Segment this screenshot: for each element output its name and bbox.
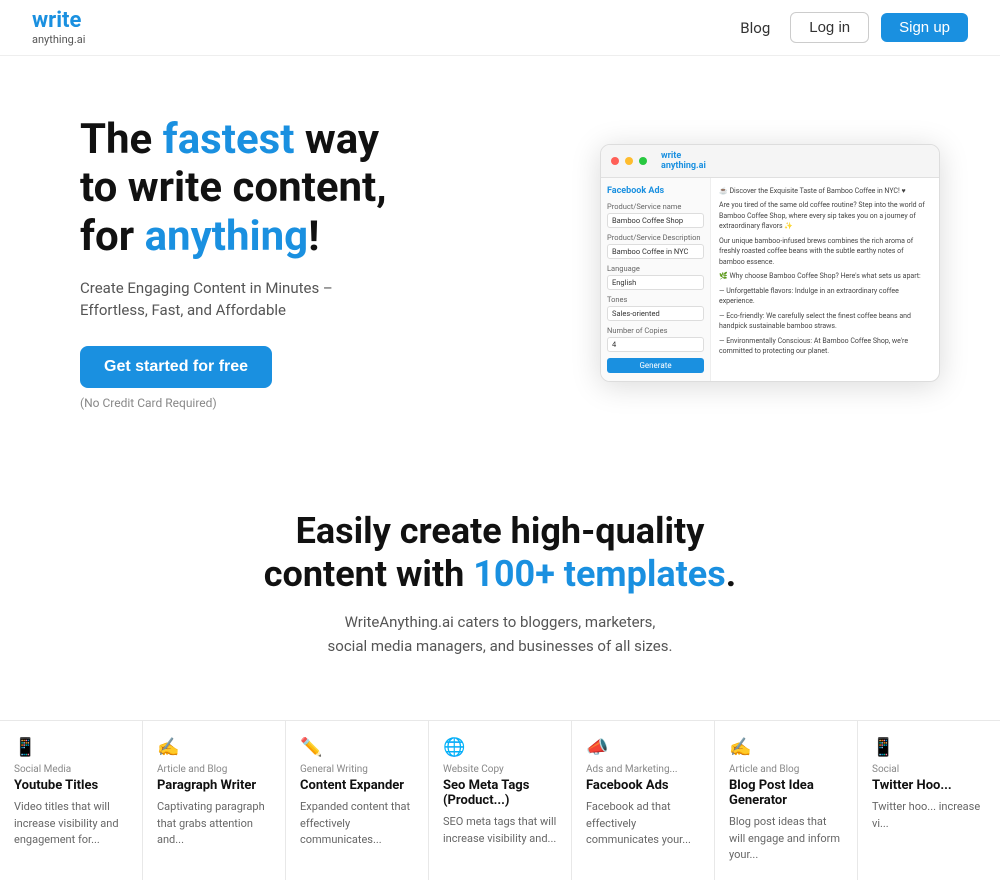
hero-title: The fastest wayto write content,for anyt… [80, 116, 387, 261]
navbar: write anything.ai Blog Log in Sign up [0, 0, 1000, 56]
card-icon-4: 📣 [586, 737, 700, 758]
mockup-field-2: Language English [607, 264, 704, 290]
mockup-output-text: ☕ Discover the Exquisite Taste of Bamboo… [719, 186, 931, 357]
hero-subtitle: Create Engaging Content in Minutes –Effo… [80, 277, 387, 322]
card-icon-6: 📱 [872, 737, 986, 758]
template-card[interactable]: 📱 Social Media Youtube Titles Video titl… [0, 721, 143, 880]
nav-blog-link[interactable]: Blog [732, 15, 778, 41]
templates-highlight: 100+ templates [473, 553, 726, 595]
logo-sub: anything.ai [32, 34, 85, 46]
hero-mockup: writeanything.ai Facebook Ads Product/Se… [600, 144, 940, 382]
card-category-4: Ads and Marketing... [586, 764, 700, 775]
card-category-0: Social Media [14, 764, 128, 775]
login-button[interactable]: Log in [790, 12, 869, 43]
mockup-logo: writeanything.ai [661, 151, 706, 171]
hero-title-pre: The [80, 115, 163, 164]
template-card[interactable]: 🌐 Website Copy Seo Meta Tags (Product...… [429, 721, 572, 880]
card-desc-1: Captivating paragraph that grabs attenti… [157, 799, 271, 849]
app-mockup: writeanything.ai Facebook Ads Product/Se… [600, 144, 940, 382]
card-title-0: Youtube Titles [14, 778, 128, 793]
card-desc-5: Blog post ideas that will engage and inf… [729, 814, 843, 864]
card-title-3: Seo Meta Tags (Product...) [443, 778, 557, 808]
mockup-input-1[interactable]: Bamboo Coffee in NYC [607, 244, 704, 259]
dot-yellow [625, 157, 633, 165]
card-title-6: Twitter Hoo... [872, 778, 986, 793]
card-icon-2: ✏️ [300, 737, 414, 758]
dot-red [611, 157, 619, 165]
card-category-3: Website Copy [443, 764, 557, 775]
mockup-input-4[interactable]: 4 [607, 337, 704, 352]
mockup-label-3: Tones [607, 295, 704, 304]
hero-left: The fastest wayto write content,for anyt… [80, 116, 387, 410]
mockup-input-3[interactable]: Sales-oriented [607, 306, 704, 321]
card-icon-0: 📱 [14, 737, 128, 758]
templates-period: . [726, 553, 736, 595]
templates-subtitle: WriteAnything.ai caters to bloggers, mar… [250, 610, 750, 658]
mockup-field-3: Tones Sales-oriented [607, 295, 704, 321]
mockup-output: ☕ Discover the Exquisite Taste of Bamboo… [711, 178, 939, 381]
dot-green [639, 157, 647, 165]
card-category-2: General Writing [300, 764, 414, 775]
template-card[interactable]: 📣 Ads and Marketing... Facebook Ads Face… [572, 721, 715, 880]
mockup-sidebar: Facebook Ads Product/Service name Bamboo… [601, 178, 711, 381]
card-desc-2: Expanded content that effectively commun… [300, 799, 414, 849]
mockup-label-1: Product/Service Description [607, 233, 704, 242]
mockup-label-4: Number of Copies [607, 326, 704, 335]
mockup-generate-btn[interactable]: Generate [607, 358, 704, 373]
mockup-field-4: Number of Copies 4 [607, 326, 704, 352]
card-icon-3: 🌐 [443, 737, 557, 758]
signup-button[interactable]: Sign up [881, 13, 968, 42]
card-category-1: Article and Blog [157, 764, 271, 775]
hero-title-fastest: fastest [163, 115, 295, 164]
card-category-5: Article and Blog [729, 764, 843, 775]
card-title-2: Content Expander [300, 778, 414, 793]
card-title-4: Facebook Ads [586, 778, 700, 793]
card-desc-6: Twitter hoo... increase vi... [872, 799, 986, 832]
hero-section: The fastest wayto write content,for anyt… [0, 56, 1000, 450]
logo-write: write [32, 9, 85, 33]
card-title-5: Blog Post Idea Generator [729, 778, 843, 808]
card-title-1: Paragraph Writer [157, 778, 271, 793]
card-icon-5: ✍️ [729, 737, 843, 758]
template-card[interactable]: ✏️ General Writing Content Expander Expa… [286, 721, 429, 880]
card-icon-1: ✍️ [157, 737, 271, 758]
mockup-label-2: Language [607, 264, 704, 273]
no-cc-label: (No Credit Card Required) [80, 396, 387, 410]
template-card[interactable]: ✍️ Article and Blog Blog Post Idea Gener… [715, 721, 858, 880]
hero-title-end: ! [308, 212, 319, 261]
mockup-titlebar: writeanything.ai [601, 145, 939, 178]
mockup-input-2[interactable]: English [607, 275, 704, 290]
mockup-tool-title: Facebook Ads [607, 186, 704, 196]
mockup-field-1: Product/Service Description Bamboo Coffe… [607, 233, 704, 259]
card-desc-4: Facebook ad that effectively communicate… [586, 799, 700, 849]
mockup-label-0: Product/Service name [607, 202, 704, 211]
mockup-field-0: Product/Service name Bamboo Coffee Shop [607, 202, 704, 228]
templates-section: Easily create high-qualitycontent with 1… [0, 450, 1000, 720]
cta-button[interactable]: Get started for free [80, 346, 272, 388]
card-desc-3: SEO meta tags that will increase visibil… [443, 814, 557, 847]
mockup-input-0[interactable]: Bamboo Coffee Shop [607, 213, 704, 228]
card-category-6: Social [872, 764, 986, 775]
template-card[interactable]: ✍️ Article and Blog Paragraph Writer Cap… [143, 721, 286, 880]
mockup-body: Facebook Ads Product/Service name Bamboo… [601, 178, 939, 381]
logo: write anything.ai [32, 9, 85, 45]
nav-right: Blog Log in Sign up [732, 12, 968, 43]
cards-row: 📱 Social Media Youtube Titles Video titl… [0, 720, 1000, 880]
template-card[interactable]: 📱 Social Twitter Hoo... Twitter hoo... i… [858, 721, 1000, 880]
card-desc-0: Video titles that will increase visibili… [14, 799, 128, 849]
templates-title: Easily create high-qualitycontent with 1… [20, 510, 980, 596]
hero-title-anything: anything [145, 212, 309, 261]
